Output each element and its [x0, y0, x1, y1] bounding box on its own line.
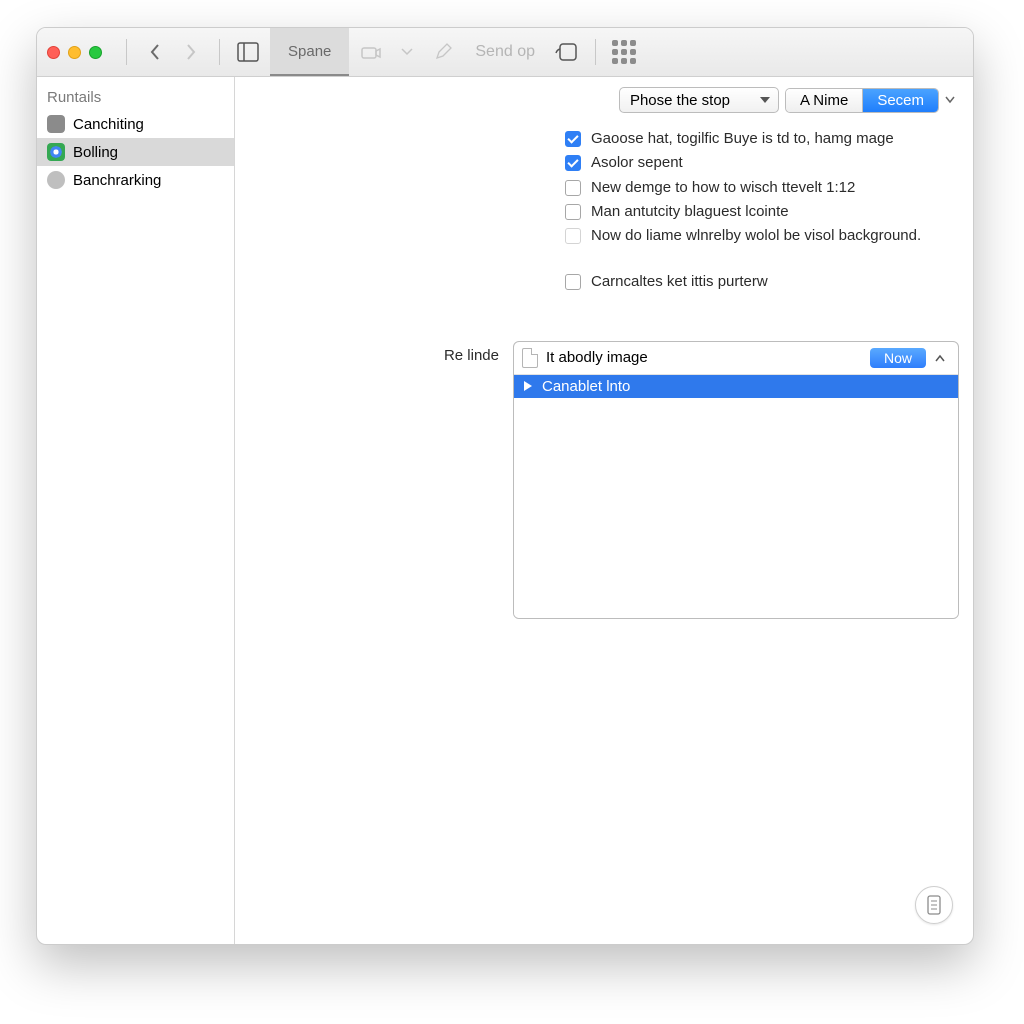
sidebar-item-label: Bolling: [73, 144, 118, 161]
sidebar-item-canchiting[interactable]: Canchiting: [37, 110, 234, 138]
sidebar-item-label: Banchrarking: [73, 172, 161, 189]
panel-list[interactable]: Canablet lnto: [514, 375, 958, 618]
globe-icon: [47, 171, 65, 189]
panel-header: It abodly image Now: [514, 342, 958, 375]
option-5[interactable]: Now do liame wlnrelby wolol be visol bac…: [565, 226, 959, 246]
linde-panel: It abodly image Now Canablet lnto: [513, 341, 959, 619]
seg-a-nime[interactable]: A Nime: [786, 89, 862, 112]
chevron-down-icon: [393, 38, 421, 66]
tab-spane[interactable]: Spane: [270, 28, 349, 76]
checkbox-icon: [565, 131, 581, 147]
collapse-icon[interactable]: [934, 353, 950, 363]
minimize-window-button[interactable]: [68, 46, 81, 59]
option-label: Carncaltes ket ittis purterw: [591, 272, 768, 292]
edit-icon: [429, 38, 457, 66]
option-label: Now do liame wlnrelby wolol be visol bac…: [591, 226, 921, 246]
option-label: Man antutcity blaguest lcointe: [591, 202, 789, 222]
checkbox-icon: [565, 180, 581, 196]
camera-icon: [357, 38, 385, 66]
apps-grid-icon[interactable]: [610, 38, 638, 66]
option-label: Gaoose hat, togilfic Buye is td to, hamg…: [591, 129, 894, 149]
panel-icon[interactable]: [234, 38, 262, 66]
form-label: Re linde: [249, 341, 499, 364]
chrome-icon: [47, 143, 65, 161]
preferences-window: Spane Send op Runtails Canchiting: [36, 27, 974, 945]
checkbox-icon: [565, 274, 581, 290]
app-icon: [47, 115, 65, 133]
sidebar-item-label: Canchiting: [73, 116, 144, 133]
option-3[interactable]: New demge to how to wisch ttevelt 1:12: [565, 178, 959, 198]
seg-secem[interactable]: Secem: [862, 89, 938, 112]
content-area: Phose the stop A Nime Secem Gaoose hat, …: [235, 77, 973, 944]
separator: [126, 39, 127, 65]
sidebar-item-bolling[interactable]: Bolling: [37, 138, 234, 166]
checkbox-icon: [565, 204, 581, 220]
sidebar-header: Runtails: [37, 85, 234, 110]
checkbox-icon: [565, 155, 581, 171]
option-4[interactable]: Man antutcity blaguest lcointe: [565, 202, 959, 222]
options-group: Gaoose hat, togilfic Buye is td to, hamg…: [249, 121, 959, 301]
option-2[interactable]: Asolor sepent: [565, 153, 959, 173]
disclosure-triangle-icon: [524, 381, 532, 391]
overflow-menu-icon[interactable]: [945, 96, 959, 104]
option-1[interactable]: Gaoose hat, togilfic Buye is td to, hamg…: [565, 129, 959, 149]
separator: [219, 39, 220, 65]
option-extra[interactable]: Carncaltes ket ittis purterw: [565, 272, 959, 292]
zoom-window-button[interactable]: [89, 46, 102, 59]
list-item[interactable]: Canablet lnto: [514, 375, 958, 398]
option-label: Asolor sepent: [591, 153, 683, 173]
now-badge[interactable]: Now: [870, 348, 926, 368]
phose-dropdown[interactable]: Phose the stop: [619, 87, 779, 113]
separator: [595, 39, 596, 65]
option-label: New demge to how to wisch ttevelt 1:12: [591, 178, 855, 198]
refresh-icon[interactable]: [553, 38, 581, 66]
tab-label: Spane: [288, 43, 331, 60]
dropdown-value: Phose the stop: [630, 92, 730, 109]
document-icon: [522, 348, 538, 368]
window-controls: [47, 46, 102, 59]
top-controls: Phose the stop A Nime Secem: [249, 87, 959, 113]
view-segmented-control: A Nime Secem: [785, 88, 939, 113]
sidebar-item-banchrarking[interactable]: Banchrarking: [37, 166, 234, 194]
toolbar: Spane Send op: [37, 28, 973, 77]
inspector-button[interactable]: [915, 886, 953, 924]
close-window-button[interactable]: [47, 46, 60, 59]
nav-back-button[interactable]: [141, 38, 169, 66]
window-body: Runtails Canchiting Bolling Banchrarking…: [37, 77, 973, 944]
nav-forward-button[interactable]: [177, 38, 205, 66]
sidebar: Runtails Canchiting Bolling Banchrarking: [37, 77, 235, 944]
send-label: Send op: [475, 43, 535, 61]
checkbox-icon: [565, 228, 581, 244]
panel-title: It abodly image: [546, 349, 862, 366]
list-item-label: Canablet lnto: [542, 378, 630, 395]
re-linde-row: Re linde It abodly image Now Canablet: [249, 341, 959, 619]
